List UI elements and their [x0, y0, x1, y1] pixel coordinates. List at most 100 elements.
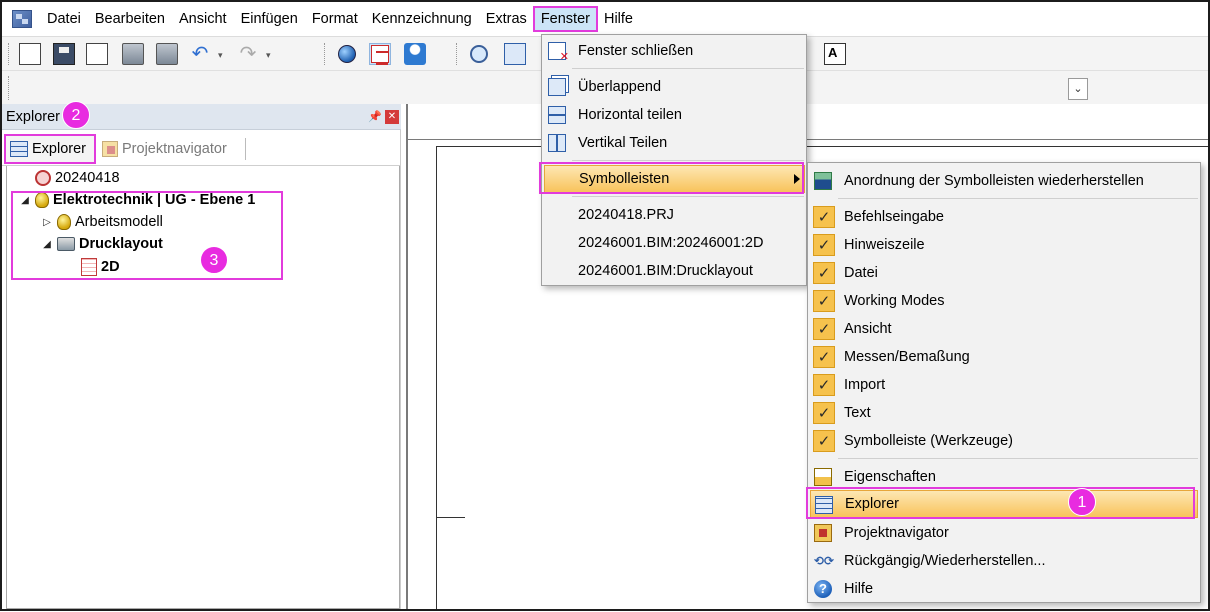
- print-preview-icon[interactable]: [156, 43, 178, 65]
- tree-node-drucklayout[interactable]: ◢ Drucklayout: [41, 236, 163, 252]
- toolbar-grip[interactable]: [8, 43, 11, 65]
- checkmark-icon: ✓: [813, 290, 835, 312]
- redo-icon[interactable]: ↷: [237, 43, 259, 65]
- menu-separator: [572, 68, 804, 69]
- toolbar-grip-2[interactable]: [324, 43, 327, 65]
- sphere-icon[interactable]: [338, 45, 356, 63]
- menu-ansicht[interactable]: Ansicht: [172, 7, 234, 31]
- collapse-arrow-icon[interactable]: ◢: [19, 195, 31, 206]
- menu-item-hinweiszeile[interactable]: ✓ Hinweiszeile: [810, 231, 1198, 259]
- menu-item-datei-label: Datei: [844, 265, 878, 281]
- split-vertical-icon: [548, 134, 566, 152]
- menu-item-overlap[interactable]: Überlappend: [544, 73, 804, 101]
- tab-projektnavigator-label: Projektnavigator: [122, 141, 227, 157]
- menu-item-import[interactable]: ✓ Import: [810, 371, 1198, 399]
- menu-item-hinweiszeile-label: Hinweiszeile: [844, 237, 925, 253]
- menu-item-window-1[interactable]: 20240418.PRJ: [544, 201, 804, 229]
- menu-item-befehlseingabe[interactable]: ✓ Befehlseingabe: [810, 203, 1198, 231]
- tree-node-drucklayout-label: Drucklayout: [79, 236, 163, 252]
- window-icon[interactable]: [504, 43, 526, 65]
- collapse-arrow-icon[interactable]: ◢: [41, 239, 53, 250]
- menu-item-text-label: Text: [844, 405, 871, 421]
- menu-item-messen[interactable]: ✓ Messen/Bemaßung: [810, 343, 1198, 371]
- command-bar-grip[interactable]: [8, 76, 11, 100]
- arbeitsmodell-bulb-icon: [57, 214, 71, 230]
- explorer-tab-icon: [10, 141, 28, 157]
- save-icon[interactable]: [53, 43, 75, 65]
- menu-extras[interactable]: Extras: [479, 7, 534, 31]
- sheet-icon: [81, 258, 97, 276]
- cascade-icon: [548, 78, 566, 96]
- explorer-tabs: Explorer Projektnavigator: [2, 130, 401, 166]
- tree-node-project[interactable]: 20240418: [35, 170, 120, 186]
- project-navigator-tab-icon: [102, 141, 118, 157]
- app-icon[interactable]: [12, 10, 32, 28]
- list-view-button[interactable]: [369, 43, 391, 65]
- menu-item-restore-toolbars[interactable]: Anordnung der Symbolleisten wiederherste…: [810, 167, 1198, 195]
- print-icon[interactable]: [122, 43, 144, 65]
- checkmark-icon: ✓: [813, 318, 835, 340]
- menu-item-vertical-label: Vertikal Teilen: [578, 135, 668, 151]
- menu-item-window-2-label: 20246001.BIM:20246001:2D: [578, 235, 764, 251]
- menu-item-eigenschaften-label: Eigenschaften: [844, 469, 936, 485]
- explorer-title: Explorer: [6, 109, 60, 125]
- toolbar-grip-3[interactable]: [456, 43, 459, 65]
- menu-item-horizontal[interactable]: Horizontal teilen: [544, 101, 804, 129]
- menu-item-eigenschaften[interactable]: Eigenschaften: [810, 463, 1198, 491]
- menu-item-hilfe[interactable]: ? Hilfe: [810, 575, 1198, 603]
- tree-node-model-label: Elektrotechnik | UG - Ebene 1: [53, 192, 256, 208]
- menu-item-window-3[interactable]: 20246001.BIM:Drucklayout: [544, 257, 804, 285]
- undo-icon[interactable]: ↶: [189, 43, 211, 65]
- close-window-icon: [548, 42, 569, 63]
- menu-format[interactable]: Format: [305, 7, 365, 31]
- sheet-frame-line: [437, 517, 465, 612]
- menu-item-working-modes[interactable]: ✓ Working Modes: [810, 287, 1198, 315]
- checkmark-icon: ✓: [813, 262, 835, 284]
- pin-icon[interactable]: 📌: [368, 110, 382, 123]
- menu-fenster[interactable]: Fenster: [532, 6, 598, 32]
- menu-item-undo-history-label: Rückgängig/Wiederherstellen...: [844, 553, 1046, 569]
- tree-node-arbeitsmodell[interactable]: ▷ Arbeitsmodell: [41, 214, 163, 230]
- tab-projektnavigator[interactable]: Projektnavigator: [98, 134, 231, 164]
- menu-item-text[interactable]: ✓ Text: [810, 399, 1198, 427]
- badge-2: 2: [62, 101, 90, 129]
- tree-node-project-label: 20240418: [55, 170, 120, 186]
- close-file-icon[interactable]: [86, 43, 108, 65]
- menu-item-vertical[interactable]: Vertikal Teilen: [544, 129, 804, 157]
- panel-toggle-icon[interactable]: [19, 43, 41, 65]
- menu-item-window-2[interactable]: 20246001.BIM:20246001:2D: [544, 229, 804, 257]
- undo-dropdown-icon[interactable]: ▾: [218, 50, 223, 61]
- menu-item-symbolleisten[interactable]: Symbolleisten: [544, 165, 805, 193]
- menu-item-explorer[interactable]: Explorer: [810, 490, 1198, 518]
- command-dropdown-button[interactable]: ⌄: [1068, 78, 1088, 100]
- menu-datei[interactable]: Datei: [40, 7, 88, 31]
- menu-einfuegen[interactable]: Einfügen: [234, 7, 305, 31]
- menu-item-ansicht[interactable]: ✓ Ansicht: [810, 315, 1198, 343]
- tree-node-2d[interactable]: 2D: [81, 258, 120, 276]
- menu-item-symbolleiste-werkzeuge[interactable]: ✓ Symbolleiste (Werkzeuge): [810, 427, 1198, 455]
- menu-item-close-window[interactable]: Fenster schließen: [544, 37, 804, 65]
- close-icon[interactable]: ✕: [385, 110, 399, 124]
- menu-item-undo-history[interactable]: ⟲⟳ Rückgängig/Wiederherstellen...: [810, 547, 1198, 575]
- menu-kennzeichnung[interactable]: Kennzeichnung: [365, 7, 479, 31]
- menu-item-projektnavigator[interactable]: Projektnavigator: [810, 519, 1198, 547]
- text-tool-icon[interactable]: [824, 43, 846, 65]
- menu-bearbeiten[interactable]: Bearbeiten: [88, 7, 172, 31]
- zoom-icon[interactable]: [470, 45, 488, 63]
- users-icon[interactable]: [404, 43, 426, 65]
- checkmark-icon: ✓: [813, 402, 835, 424]
- redo-dropdown-icon[interactable]: ▾: [266, 50, 271, 61]
- menu-item-datei[interactable]: ✓ Datei: [810, 259, 1198, 287]
- tab-explorer-label: Explorer: [32, 141, 86, 157]
- menu-hilfe[interactable]: Hilfe: [597, 7, 640, 31]
- expand-arrow-icon[interactable]: ▷: [41, 217, 53, 228]
- printer-icon: [57, 237, 75, 251]
- fenster-menu: Fenster schließen Überlappend Horizontal…: [541, 34, 807, 286]
- tab-explorer[interactable]: Explorer: [4, 134, 96, 164]
- explorer-icon: [815, 496, 833, 514]
- tree-node-model[interactable]: ◢ Elektrotechnik | UG - Ebene 1: [19, 192, 255, 208]
- list-icon: [371, 45, 389, 65]
- menu-item-overlap-label: Überlappend: [578, 79, 662, 95]
- menu-item-befehlseingabe-label: Befehlseingabe: [844, 209, 944, 225]
- symbolleisten-submenu: Anordnung der Symbolleisten wiederherste…: [807, 162, 1201, 603]
